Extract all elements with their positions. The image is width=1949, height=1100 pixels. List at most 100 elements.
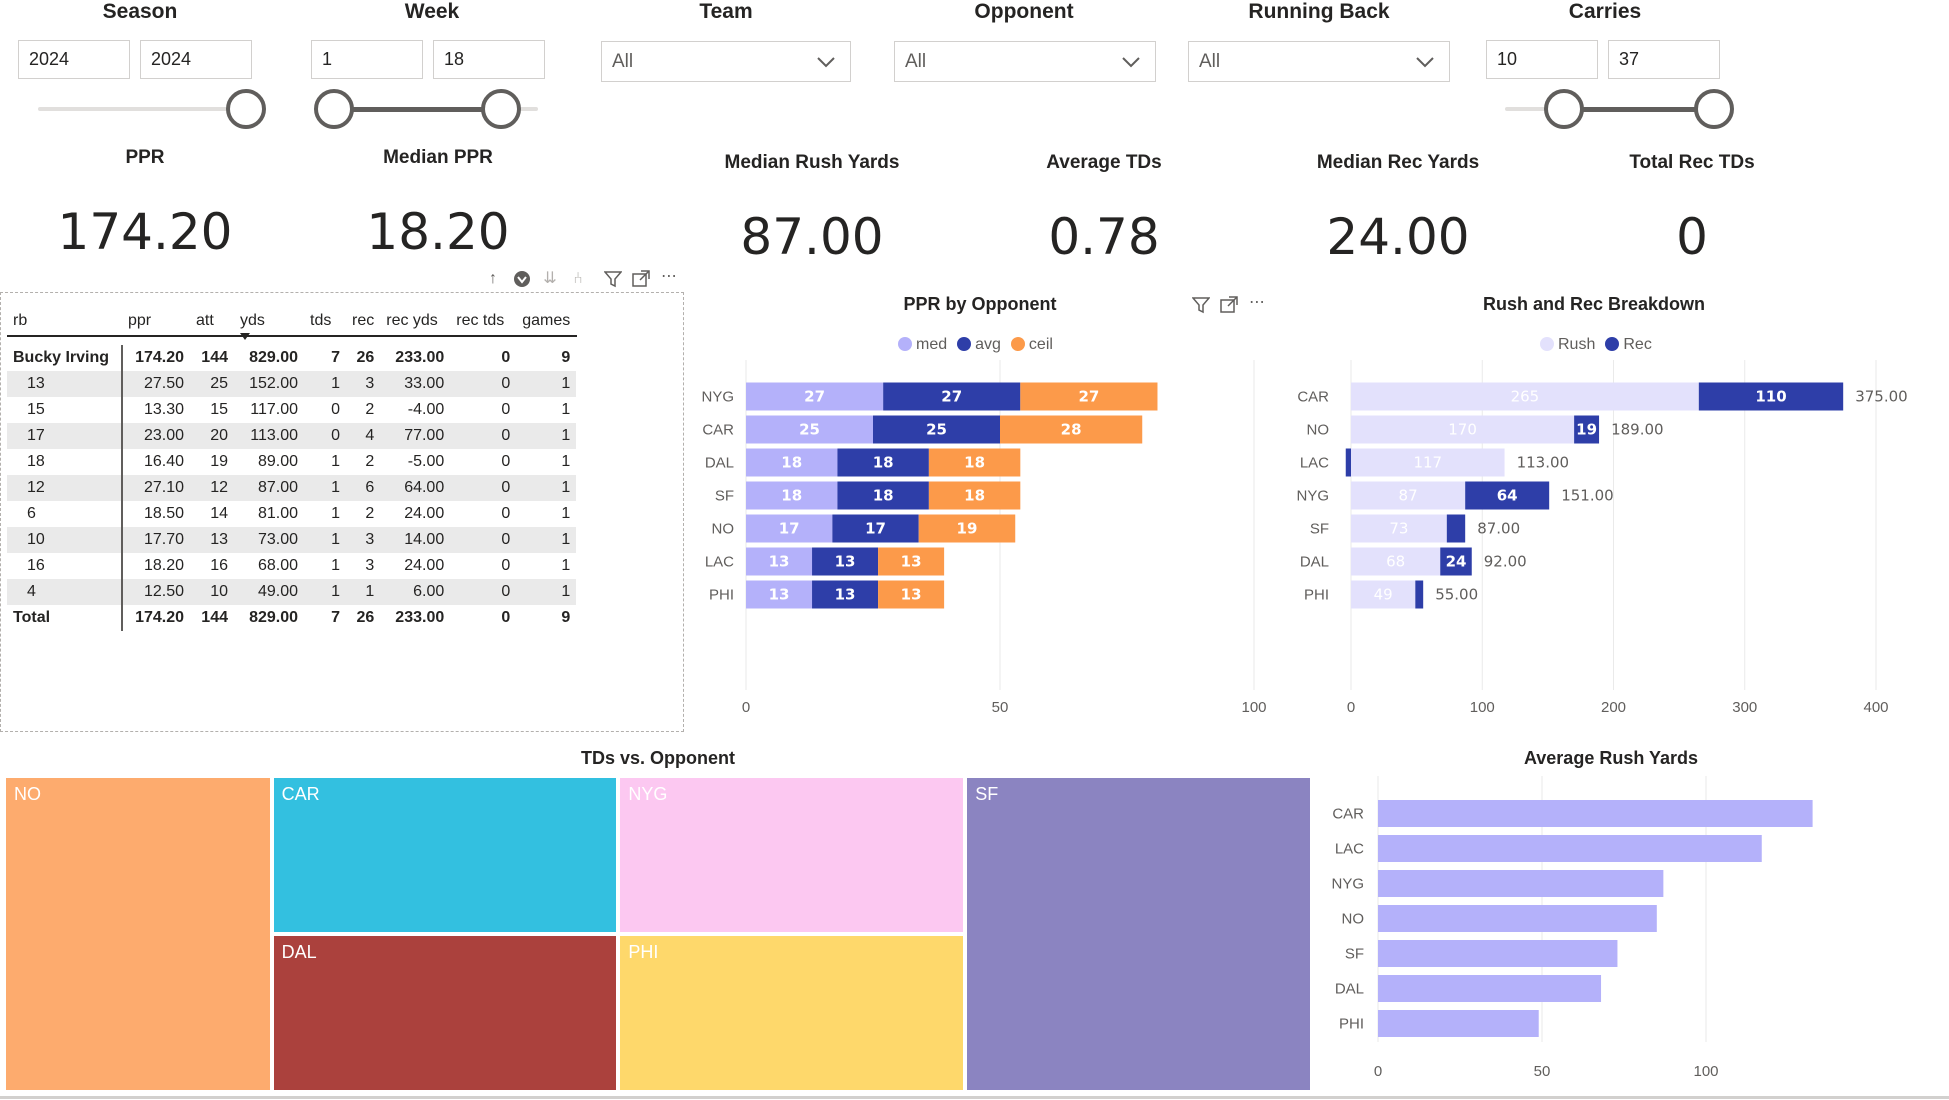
more-options-icon[interactable]: ⋯ <box>1248 294 1266 312</box>
table-row[interactable]: 6 18.50 14 81.00 1 2 24.00 0 1 <box>7 501 576 527</box>
filter-icon[interactable] <box>603 270 623 288</box>
carries-to-input[interactable]: 37 <box>1608 40 1720 79</box>
table-row[interactable]: 15 13.30 15 117.00 0 2 -4.00 0 1 <box>7 397 576 423</box>
total-label: 151.00 <box>1561 487 1614 505</box>
cell-rec-yds: -5.00 <box>407 453 445 470</box>
table-row-total[interactable]: Total 174.20 144 829.00 7 26 233.00 0 9 <box>7 605 576 631</box>
col-header-games[interactable]: games <box>516 305 576 345</box>
drill-down-icon[interactable] <box>513 270 531 288</box>
go-to-next-level-icon[interactable]: ⇊ <box>541 270 559 288</box>
cell-rec-yds: 6.00 <box>380 579 451 605</box>
opponent-dropdown[interactable]: All <box>894 41 1156 82</box>
carries-from-input[interactable]: 10 <box>1486 40 1598 79</box>
bar-avg-rush-SF[interactable] <box>1378 940 1618 967</box>
data-label: 18 <box>873 487 894 505</box>
legend-item-rush[interactable]: Rush <box>1540 336 1595 354</box>
table-row[interactable]: 4 12.50 10 49.00 1 1 6.00 0 1 <box>7 579 577 605</box>
rush-rec-legend[interactable]: Rush Rec <box>1540 336 1652 354</box>
cell-att: 144 <box>201 349 228 366</box>
data-label: 17 <box>779 520 800 538</box>
y-tick-label: DAL <box>705 455 734 472</box>
col-header-rec[interactable]: rec <box>346 305 380 345</box>
col-header-rec-yds[interactable]: rec yds <box>380 305 450 345</box>
running-back-dropdown[interactable]: All <box>1188 41 1450 82</box>
legend-item-rec[interactable]: Rec <box>1605 336 1652 354</box>
bar-rec-LAC[interactable] <box>1345 448 1351 477</box>
col-header-tds[interactable]: tds <box>304 305 346 345</box>
bar-avg-rush-DAL[interactable] <box>1378 975 1602 1002</box>
legend-item-avg[interactable]: avg <box>957 336 1001 354</box>
treemap-cell-nyg[interactable]: NYG <box>618 776 966 934</box>
season-slider-handle[interactable] <box>226 89 266 129</box>
cell-rb: 4 <box>7 579 123 605</box>
carries-slider-end-handle[interactable] <box>1694 89 1734 129</box>
table-row[interactable]: 18 16.40 19 89.00 1 2 -5.00 0 1 <box>7 449 576 475</box>
cell-rb: Total <box>7 605 123 631</box>
carries-slider-range <box>1563 107 1713 112</box>
data-label: 13 <box>769 586 790 604</box>
table-row-group[interactable]: Bucky Irving 174.20 144 829.00 7 26 233.00 0 9 <box>7 345 576 371</box>
cell-tds: 7 <box>331 349 340 366</box>
ppr-by-opponent-legend[interactable]: med avg ceil <box>898 336 1053 354</box>
col-header-ppr[interactable]: ppr <box>122 305 190 345</box>
data-label: 27 <box>804 388 825 406</box>
treemap-cell-phi[interactable]: PHI <box>618 934 966 1092</box>
carries-slider-start-handle[interactable] <box>1544 89 1584 129</box>
bar-avg-rush-CAR[interactable] <box>1378 800 1813 827</box>
week-from-input[interactable]: 1 <box>311 40 423 79</box>
week-to-input[interactable]: 18 <box>433 40 545 79</box>
treemap-cell-sf[interactable]: SF <box>965 776 1312 1092</box>
col-header-rb[interactable]: rb <box>7 305 122 345</box>
cell-ppr: 16.40 <box>143 453 184 470</box>
tds-treemap[interactable]: NO CAR NYG DAL PHI SF <box>4 776 1312 1092</box>
filter-icon[interactable] <box>1191 296 1211 314</box>
team-dropdown[interactable]: All <box>601 41 851 82</box>
focus-mode-icon[interactable] <box>632 270 650 288</box>
col-header-rec-tds[interactable]: rec tds <box>450 305 516 345</box>
treemap-label: DAL <box>281 942 317 962</box>
treemap-cell-car[interactable]: CAR <box>271 776 619 934</box>
table-row[interactable]: 13 27.50 25 152.00 1 3 33.00 0 1 <box>7 371 577 397</box>
data-label: 73 <box>1389 520 1408 538</box>
season-to-input[interactable]: 2024 <box>140 40 252 79</box>
bar-rec-PHI[interactable] <box>1415 580 1424 609</box>
cell-rec-tds: 0 <box>450 527 517 553</box>
cell-ppr: 27.10 <box>122 475 190 501</box>
bar-rec-SF[interactable] <box>1446 514 1466 543</box>
data-label: 17 <box>865 520 886 538</box>
ppr-by-opponent-chart[interactable]: 0 50 100 NYG 27 27 27 CAR 25 25 28 DAL 18 18 18 SF 18 18 1… <box>684 360 1274 730</box>
rush-rec-chart[interactable]: 0 100 200 300 400 CAR 265 110 375.00 NO 170 19 189.0… <box>1276 360 1949 730</box>
treemap-cell-no[interactable]: NO <box>4 776 272 1092</box>
legend-item-ceil[interactable]: ceil <box>1010 336 1053 354</box>
cell-yds: 113.00 <box>234 423 304 449</box>
cell-att: 14 <box>210 505 228 522</box>
more-options-icon[interactable]: ⋯ <box>660 268 678 286</box>
legend-item-med[interactable]: med <box>898 336 947 354</box>
rb-matrix-table[interactable]: rb ppr att yds tds rec rec yds rec tds g… <box>0 292 684 732</box>
bar-avg-rush-PHI[interactable] <box>1378 1010 1539 1037</box>
bar-avg-rush-NO[interactable] <box>1378 905 1657 932</box>
bar-avg-rush-NYG[interactable] <box>1378 870 1664 897</box>
cell-yds: 81.00 <box>257 505 298 522</box>
cell-tds: 1 <box>304 475 346 501</box>
col-header-att[interactable]: att <box>190 305 234 345</box>
table-row[interactable]: 16 18.20 16 68.00 1 3 24.00 0 1 <box>7 553 576 579</box>
table-row[interactable]: 12 27.10 12 87.00 1 6 64.00 0 1 <box>7 475 577 501</box>
average-rush-yards-chart[interactable]: 0 50 100 CAR LAC NYG NO SF DAL PHI <box>1310 776 1949 1092</box>
treemap-cell-dal[interactable]: DAL <box>271 934 619 1092</box>
cell-tds: 0 <box>304 423 346 449</box>
card-median-ppr-label: Median PPR <box>383 147 493 168</box>
week-slider-start-handle[interactable] <box>314 89 354 129</box>
table-row[interactable]: 17 23.00 20 113.00 0 4 77.00 0 1 <box>7 423 577 449</box>
expand-hierarchy-icon[interactable]: ⑃ <box>569 270 587 288</box>
drill-up-icon[interactable]: ↑ <box>484 270 502 288</box>
col-header-yds[interactable]: yds <box>234 305 304 345</box>
data-label: 87 <box>1399 487 1418 505</box>
focus-mode-icon[interactable] <box>1220 296 1238 314</box>
table-row[interactable]: 10 17.70 13 73.00 1 3 14.00 0 1 <box>7 527 577 553</box>
season-from-input[interactable]: 2024 <box>18 40 130 79</box>
bar-avg-rush-LAC[interactable] <box>1378 835 1762 862</box>
cell-rb: Bucky Irving <box>7 345 123 371</box>
cell-att: 12 <box>190 475 234 501</box>
week-slider-end-handle[interactable] <box>481 89 521 129</box>
